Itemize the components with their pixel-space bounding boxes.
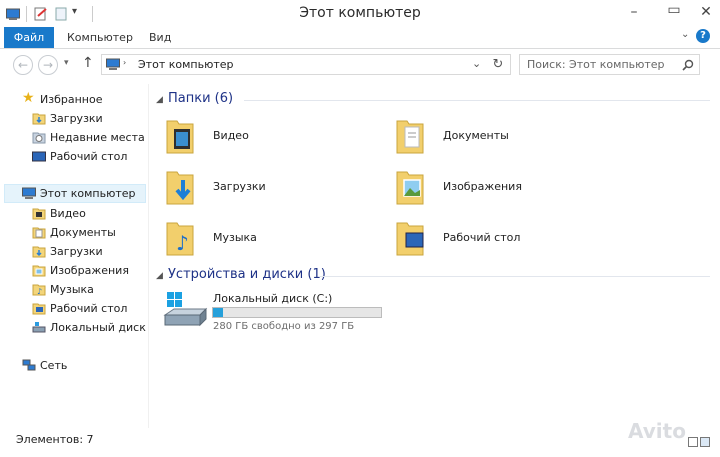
group-divider: [320, 276, 710, 277]
downloads-folder-icon: [166, 171, 194, 205]
ribbon-expand-icon[interactable]: ⌄: [681, 29, 689, 40]
downloads-folder-icon: [32, 113, 46, 125]
folder-tile-music[interactable]: ♪ Музыка: [165, 215, 365, 261]
nav-pc-local-disk[interactable]: Локальный диск (C: [32, 318, 146, 337]
help-icon[interactable]: ?: [696, 29, 710, 43]
window-title: Этот компьютер: [299, 5, 421, 21]
folder-tile-video[interactable]: Видео: [165, 113, 365, 159]
avito-watermark: Avito: [628, 419, 686, 443]
folder-tile-downloads[interactable]: Загрузки: [165, 164, 365, 210]
close-button[interactable]: ✕: [696, 3, 716, 21]
group-divider: [244, 100, 710, 101]
svg-text:♪: ♪: [37, 287, 42, 296]
details-view-button[interactable]: [688, 437, 698, 447]
up-button[interactable]: ↑: [82, 55, 94, 71]
desktop-folder-icon: [396, 222, 424, 256]
maximize-button[interactable]: ▭: [664, 1, 684, 19]
collapse-icon[interactable]: ◢: [156, 95, 163, 105]
recent-places-icon: [32, 132, 46, 144]
desktop-icon: [32, 151, 46, 162]
pictures-folder-icon: [396, 171, 424, 205]
star-icon: ★: [22, 90, 35, 106]
address-bar[interactable]: › Этот компьютер ⌄: [101, 54, 511, 75]
folder-tile-desktop[interactable]: Рабочий стол: [395, 215, 595, 261]
system-drive-icon: [163, 292, 208, 327]
search-icon[interactable]: [682, 59, 694, 71]
pane-divider: [148, 84, 149, 428]
network-icon: [22, 359, 36, 371]
pictures-folder-icon: [32, 265, 46, 277]
drive-usage-fill: [213, 308, 223, 317]
drive-tile-local-c[interactable]: Локальный диск (C:) 280 ГБ свободно из 2…: [162, 289, 392, 335]
drive-icon: [32, 322, 46, 333]
tab-file[interactable]: Файл: [4, 27, 54, 48]
tab-view[interactable]: Вид: [149, 27, 171, 48]
downloads-folder-icon: [32, 246, 46, 258]
drive-usage-bar: [212, 307, 382, 318]
drives-group-header[interactable]: Устройства и диски (1): [168, 267, 326, 282]
collapse-icon[interactable]: ◢: [156, 271, 163, 281]
large-icons-view-button[interactable]: [700, 437, 710, 447]
address-dropdown-icon[interactable]: ⌄: [472, 57, 481, 70]
watermark-text: Avito: [628, 419, 686, 443]
computer-icon: [106, 58, 120, 70]
search-input[interactable]: Поиск: Этот компьютер: [527, 58, 665, 71]
address-path[interactable]: Этот компьютер: [138, 58, 234, 71]
refresh-icon[interactable]: ↻: [485, 55, 511, 75]
drive-name: Локальный диск (C:): [213, 292, 333, 305]
documents-folder-icon: [396, 120, 424, 154]
back-button[interactable]: ←: [13, 55, 33, 75]
status-item-count: Элементов: 7: [16, 433, 94, 446]
folder-tile-documents[interactable]: Документы: [395, 113, 595, 159]
minimize-button[interactable]: –: [624, 3, 644, 21]
video-folder-icon: [32, 208, 46, 220]
folders-group-header[interactable]: Папки (6): [168, 91, 233, 106]
tab-computer[interactable]: Компьютер: [67, 27, 133, 48]
desktop-folder-icon: [32, 303, 46, 315]
folder-tile-pictures[interactable]: Изображения: [395, 164, 595, 210]
music-folder-icon: ♪: [32, 284, 46, 296]
drive-free-space: 280 ГБ свободно из 297 ГБ: [213, 321, 355, 332]
search-box[interactable]: Поиск: Этот компьютер: [519, 54, 700, 75]
svg-text:♪: ♪: [176, 231, 189, 255]
video-folder-icon: [166, 120, 194, 154]
breadcrumb-chevron-icon[interactable]: ›: [123, 58, 126, 67]
music-folder-icon: ♪: [166, 222, 194, 256]
recent-locations-icon[interactable]: ▾: [64, 58, 69, 68]
documents-folder-icon: [32, 227, 46, 239]
forward-button[interactable]: →: [38, 55, 58, 75]
computer-icon: [22, 187, 36, 199]
